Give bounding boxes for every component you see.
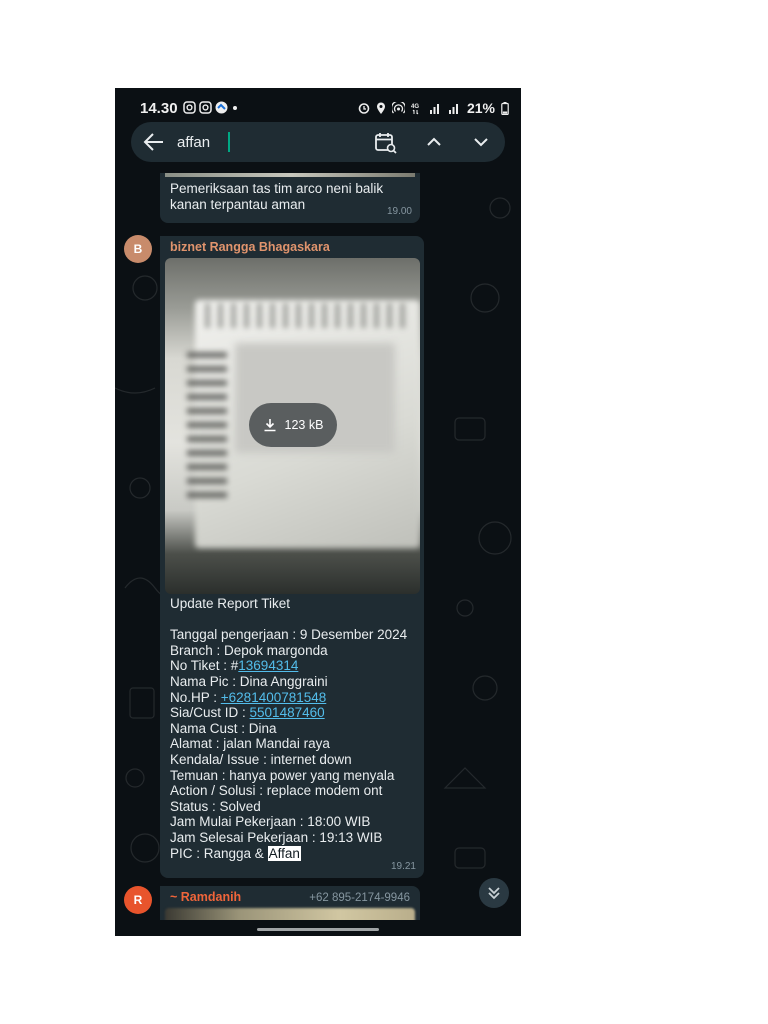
status-time: 14.30 xyxy=(140,100,178,117)
instagram-icon xyxy=(183,101,196,114)
search-bar xyxy=(131,122,505,162)
report-label: PIC : Rangga & xyxy=(170,845,268,861)
phone-screen: 14.30 4G 21% Pemeriksaan tas tim ar xyxy=(115,88,521,936)
report-line: Jam Selesai Pekerjaan : 19:13 WIB xyxy=(170,829,383,845)
customer-id-link[interactable]: 5501487460 xyxy=(250,705,325,720)
download-button[interactable]: 123 kB xyxy=(249,403,337,447)
report-line: Branch : Depok margonda xyxy=(170,642,328,658)
report-line: PIC : Rangga & Affan xyxy=(170,845,420,862)
report-line: No Tiket : #13694314 xyxy=(170,658,420,674)
search-input[interactable] xyxy=(177,131,357,153)
chevron-up-icon[interactable] xyxy=(424,133,444,151)
back-arrow-icon[interactable] xyxy=(143,132,165,152)
image-attachment[interactable]: 123 kB xyxy=(165,258,420,594)
report-line: Temuan : hanya power yang menyala xyxy=(170,767,395,783)
report-line: Action / Solusi : replace modem ont xyxy=(170,783,383,799)
report-line: Sia/Cust ID : 5501487460 xyxy=(170,705,420,721)
chevron-down-icon[interactable] xyxy=(471,133,491,151)
search-highlight: Affan xyxy=(267,845,301,861)
report-label: No.HP : xyxy=(170,689,221,705)
photo-top-vents xyxy=(205,303,405,328)
message-line: Pemeriksaan tas tim arco neni balik xyxy=(170,181,384,196)
message-text: Pemeriksaan tas tim arco neni balik kana… xyxy=(170,181,405,213)
report-text: Update Report Tiket Tanggal pengerjaan :… xyxy=(170,596,420,861)
status-right: 4G 21% xyxy=(358,100,509,116)
report-line: Nama Cust : Dina xyxy=(170,720,277,736)
report-line: Tanggal pengerjaan : 9 Desember 2024 xyxy=(170,627,408,643)
attachment-size: 123 kB xyxy=(284,418,324,432)
report-title: Update Report Tiket xyxy=(170,596,291,611)
phone-link[interactable]: +6281400781548 xyxy=(221,690,327,705)
instagram-icon xyxy=(199,101,212,114)
double-chevron-down-icon xyxy=(488,887,500,900)
signal-4g-icon: 4G xyxy=(411,104,419,114)
report-line: Kendala/ Issue : internet down xyxy=(170,751,352,767)
report-line: Jam Mulai Pekerjaan : 18:00 WIB xyxy=(170,814,371,830)
signal-bars-icon xyxy=(429,104,439,114)
previous-image-edge xyxy=(165,173,415,177)
signal-bars-icon xyxy=(448,104,458,114)
report-line: No.HP : +6281400781548 xyxy=(170,690,420,706)
sender-name[interactable]: ~ Ramdanih xyxy=(170,890,241,904)
ticket-link[interactable]: 13694314 xyxy=(238,658,298,673)
message-line: kanan terpantau aman xyxy=(170,197,306,212)
report-label: Sia/Cust ID : xyxy=(170,705,250,721)
report-line: Status : Solved xyxy=(170,798,261,814)
app-notification-icon xyxy=(215,101,228,114)
calendar-search-icon[interactable] xyxy=(374,131,398,155)
avatar[interactable]: B xyxy=(124,235,152,263)
alarm-icon xyxy=(358,103,370,114)
dot-icon xyxy=(233,106,237,110)
message-time: 19.00 xyxy=(386,206,412,217)
hotspot-icon xyxy=(391,102,405,114)
svg-text:4G: 4G xyxy=(411,104,419,110)
location-icon xyxy=(376,102,385,114)
sender-name[interactable]: biznet Rangga Bhagaskara xyxy=(170,240,330,254)
message-bubble[interactable]: Pemeriksaan tas tim arco neni balik kana… xyxy=(160,173,420,223)
message-bubble[interactable]: biznet Rangga Bhagaskara 123 kB Update R… xyxy=(160,236,424,878)
avatar[interactable]: R xyxy=(124,886,152,914)
scroll-to-bottom-button[interactable] xyxy=(479,878,509,908)
text-caret xyxy=(228,132,230,152)
photo-side-vents xyxy=(187,348,227,498)
download-icon xyxy=(264,419,276,432)
report-line: Alamat : jalan Mandai raya xyxy=(170,736,330,752)
battery-percent: 21% xyxy=(466,100,495,116)
report-label: No Tiket : # xyxy=(170,658,239,674)
sender-phone: +62 895-2174-9946 xyxy=(309,892,410,904)
gesture-handle[interactable] xyxy=(257,928,379,931)
notification-icons xyxy=(183,101,239,114)
message-time: 19.21 xyxy=(390,861,416,872)
navigation-bar xyxy=(115,920,521,936)
battery-icon xyxy=(501,101,509,115)
report-line: Nama Pic : Dina Anggraini xyxy=(170,673,328,689)
